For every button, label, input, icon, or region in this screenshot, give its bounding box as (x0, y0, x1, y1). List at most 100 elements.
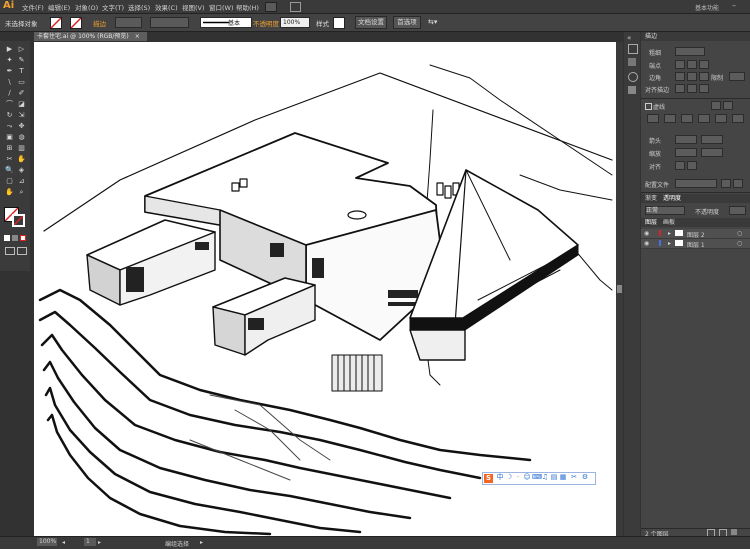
end-arrow-select[interactable] (701, 135, 723, 144)
gradient-mode-icon[interactable] (12, 235, 18, 241)
style-swatch[interactable] (333, 17, 345, 29)
target-icon[interactable]: ○ (737, 240, 742, 247)
next-artboard-icon[interactable]: ▸ (98, 539, 101, 546)
swatches-panel-icon[interactable] (628, 58, 636, 66)
gradient-panel-tab[interactable]: 渐变 (645, 195, 657, 203)
stroke-label[interactable]: 描边 (93, 18, 106, 28)
magic-wand-tool-icon[interactable]: ✦ (5, 56, 14, 64)
artboard-tool-icon[interactable]: ▢ (5, 177, 14, 185)
zoom-select[interactable]: 100% (37, 538, 57, 546)
pen-tool-icon[interactable]: ✒ (5, 67, 14, 75)
miter-join-button[interactable] (675, 72, 685, 81)
eyedropper-tool-icon[interactable]: ✂ (5, 155, 14, 163)
dash-1-input[interactable] (647, 114, 659, 123)
slice-tool-icon[interactable]: ⊿ (17, 177, 26, 185)
paintbrush-tool-icon[interactable]: ∕ (5, 89, 14, 97)
expand-triangle-icon[interactable]: ▸ (668, 240, 671, 247)
start-scale-input[interactable] (675, 148, 697, 157)
opacity-label[interactable]: 不透明度 (253, 18, 279, 28)
zoom-tool-icon[interactable]: ⌕ (17, 188, 26, 196)
transparency-panel-tab[interactable]: 透明度 (663, 195, 681, 203)
document-tab[interactable]: 卡套住宅.ai @ 100% (RGB/预览) × (34, 32, 147, 41)
rectangle-tool-icon[interactable]: ▭ (17, 78, 26, 86)
symbol-sprayer-tool-icon[interactable]: 🔍 (5, 166, 14, 174)
mesh-tool-icon[interactable]: ⊞ (5, 144, 14, 152)
visibility-eye-icon[interactable]: ◉ (644, 240, 649, 247)
keyboard-icon[interactable]: ⌨ (532, 473, 542, 481)
moon-icon[interactable]: ☽ (505, 473, 513, 481)
menu-edit[interactable]: 编辑(E) (48, 2, 70, 12)
type-tool-icon[interactable]: T (17, 67, 26, 75)
round-join-button[interactable] (687, 72, 697, 81)
gap-3-input[interactable] (732, 114, 744, 123)
voice-icon[interactable]: ♫ (541, 473, 549, 481)
color-panel-icon[interactable] (628, 44, 638, 54)
lasso-tool-icon[interactable]: ✎ (17, 56, 26, 64)
layers-panel-tab[interactable]: 图层 (645, 219, 657, 227)
screen-mode-icon[interactable] (17, 247, 27, 255)
perspective-grid-tool-icon[interactable]: ◍ (17, 133, 26, 141)
vertical-scrollbar[interactable] (616, 42, 623, 536)
layer-row[interactable]: ◉ ▸ 图层 2 ○ (641, 229, 750, 239)
brush-definition[interactable]: 基本 (200, 17, 252, 28)
direct-selection-tool-icon[interactable]: ▷ (17, 45, 26, 53)
preferences-button[interactable]: 首选项 (393, 16, 421, 29)
layer-name[interactable]: 图层 1 (687, 240, 705, 249)
draw-mode-icon[interactable] (5, 247, 15, 255)
align-center-button[interactable] (675, 84, 685, 93)
stroke-panel-tab[interactable]: 描边 (645, 33, 657, 41)
collapse-icon[interactable]: « (627, 34, 631, 42)
arrow-extend-button[interactable] (675, 161, 685, 170)
opacity-input[interactable]: 100% (280, 17, 310, 28)
gap-2-input[interactable] (698, 114, 710, 123)
align-outside-button[interactable] (699, 84, 709, 93)
gap-1-input[interactable] (664, 114, 676, 123)
start-arrow-select[interactable] (675, 135, 697, 144)
arrange-icon[interactable]: ⇆▾ (428, 18, 437, 26)
grid-icon[interactable]: ▦ (559, 473, 567, 481)
scissors-icon[interactable]: ✂ (570, 473, 578, 481)
blob-brush-tool-icon[interactable]: ⌒ (5, 100, 14, 108)
round-cap-button[interactable] (687, 60, 697, 69)
close-tab-icon[interactable]: × (135, 33, 140, 40)
layer-row[interactable]: ◉ ▸ 图层 1 ○ (641, 239, 750, 249)
brushes-panel-icon[interactable] (628, 72, 638, 82)
first-artboard-icon[interactable]: ◂ (62, 539, 65, 546)
arrange-documents-icon[interactable] (290, 2, 301, 12)
menu-select[interactable]: 选择(S) (128, 2, 150, 12)
stroke-swatch[interactable] (70, 17, 82, 29)
menu-help[interactable]: 帮助(H) (236, 2, 259, 12)
canvas[interactable]: S 中 ☽ · ☺ ⌨ ♫ ▤ ▦ ✂ ⚙ (34, 42, 616, 536)
workspace-switcher[interactable]: 基本功能 (695, 3, 719, 12)
symbols-panel-icon[interactable] (628, 86, 636, 94)
variable-width-field[interactable] (150, 17, 189, 28)
ime-chinese-mode[interactable]: 中 (496, 473, 504, 481)
artboard-number[interactable]: 1 (84, 538, 96, 546)
stroke-weight-field[interactable] (115, 17, 142, 28)
expand-triangle-icon[interactable]: ▸ (668, 230, 671, 237)
flip-along-button[interactable] (721, 179, 731, 188)
profile-select[interactable] (675, 179, 717, 188)
stroke-color-swatch[interactable] (12, 214, 25, 227)
dash-align-button[interactable] (723, 101, 733, 110)
dash-2-input[interactable] (681, 114, 693, 123)
menu-effect[interactable]: 效果(C) (155, 2, 178, 12)
menu-object[interactable]: 对象(O) (75, 2, 98, 12)
transparency-opacity-input[interactable] (729, 206, 746, 215)
line-tool-icon[interactable]: \ (5, 78, 14, 86)
settings-icon[interactable]: ⚙ (581, 473, 589, 481)
emoji-icon[interactable]: ☺ (523, 473, 531, 481)
gradient-tool-icon[interactable]: ▥ (17, 144, 26, 152)
rotate-tool-icon[interactable]: ↻ (5, 111, 14, 119)
menu-file[interactable]: 文件(F) (22, 2, 44, 12)
bridge-icon[interactable] (265, 2, 277, 12)
dash-3-input[interactable] (715, 114, 727, 123)
layer-name[interactable]: 图层 2 (687, 230, 705, 239)
document-setup-button[interactable]: 文档设置 (355, 16, 387, 29)
color-mode-icon[interactable] (4, 235, 10, 241)
flip-across-button[interactable] (733, 179, 743, 188)
toolbox-icon[interactable]: ▤ (550, 473, 558, 481)
column-graph-tool-icon[interactable]: ◈ (17, 166, 26, 174)
selection-tool-icon[interactable]: ▶ (5, 45, 14, 53)
free-transform-tool-icon[interactable]: ✥ (17, 122, 26, 130)
